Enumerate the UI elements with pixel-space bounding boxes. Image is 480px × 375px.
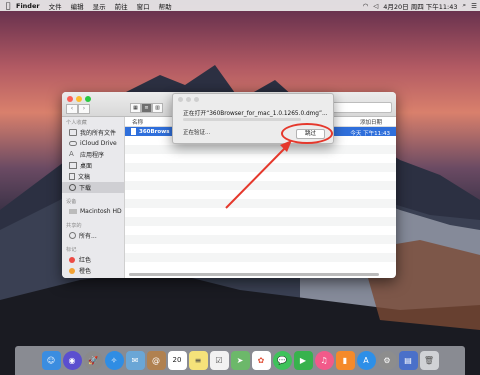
facetime-icon[interactable]: ▶ — [293, 351, 313, 370]
dock: ☺ ◉ 🚀 ✧ ✉ @ 20 ≡ ☑ ➤ ✿ 💬 ▶ ♫ ▮ A ⚙ ▤ 🗑 — [15, 346, 465, 375]
photos-icon[interactable]: ✿ — [251, 351, 271, 370]
messages-icon[interactable]: 💬 — [272, 351, 292, 370]
documents-icon[interactable]: ▤ — [398, 351, 418, 370]
itunes-icon[interactable]: ♫ — [314, 351, 334, 370]
launchpad-icon[interactable]: 🚀 — [83, 351, 103, 370]
reminders-icon[interactable]: ☑ — [209, 351, 229, 370]
siri-icon[interactable]: ◉ — [62, 351, 82, 370]
appstore-icon[interactable]: A — [356, 351, 376, 370]
annotation-arrow — [225, 140, 292, 209]
finder-icon[interactable]: ☺ — [41, 351, 61, 370]
trash-icon[interactable]: 🗑 — [419, 351, 439, 370]
contacts-icon[interactable]: @ — [146, 351, 166, 370]
maps-icon[interactable]: ➤ — [230, 351, 250, 370]
safari-icon[interactable]: ✧ — [104, 351, 124, 370]
mail-icon[interactable]: ✉ — [125, 351, 145, 370]
preferences-icon[interactable]: ⚙ — [377, 351, 397, 370]
ibooks-icon[interactable]: ▮ — [335, 351, 355, 370]
notes-icon[interactable]: ≡ — [188, 351, 208, 370]
calendar-icon[interactable]: 20 — [167, 351, 187, 370]
